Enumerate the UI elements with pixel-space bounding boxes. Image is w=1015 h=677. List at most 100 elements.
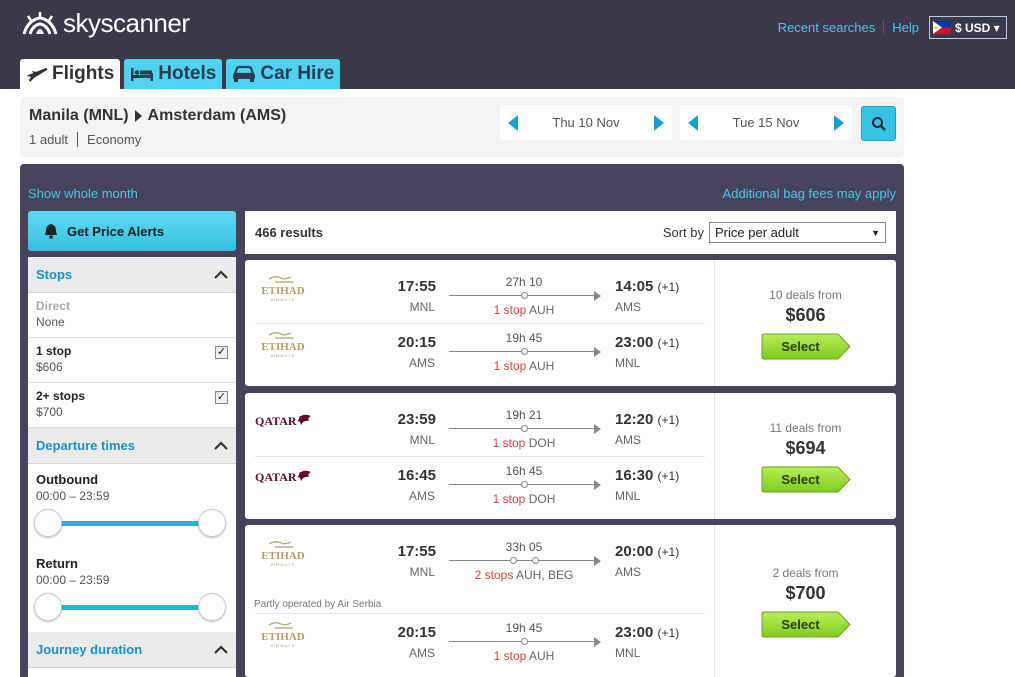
select-button[interactable]: Select [761,466,851,493]
checkbox-1-stop[interactable]: ✓ [215,346,228,359]
search-icon [871,116,886,131]
next-depart-date-icon[interactable] [653,114,664,131]
stops-filter-header[interactable]: Stops [28,257,236,293]
stops-via: DOH [528,492,556,506]
dropdown-arrow-icon: ▼ [871,227,880,238]
bed-icon [131,68,154,81]
airline-subname: AIRWAYS [271,643,296,648]
price-box: 2 deals from $700 Select [715,566,896,643]
etihad-logo: ETIHAD AIRWAYS [255,274,311,309]
return-range: 00:00 – 23:59 [36,573,110,587]
select-button[interactable]: Select [761,611,851,638]
arrival-clock: 20:00 [615,543,654,560]
tab-flights[interactable]: Flights [20,59,121,89]
return-slider-max-handle[interactable] [198,593,226,621]
outbound-slider-min-handle[interactable] [34,509,62,537]
arrival-time: 23:00 (+1) [615,334,679,351]
duration: 19h 45 [505,331,543,345]
departure-times-header[interactable]: Departure times [28,428,236,464]
airline-subname: AIRWAYS [271,562,296,567]
departure-time: 16:45 [397,467,436,484]
filters-sidebar: Stops Direct None 1 stop $606 ✓ 2+ stops… [28,257,236,677]
result-card[interactable]: ETIHAD AIRWAYS 17:55 MNL 27h 10 1 stop A… [245,260,896,386]
arrival-time: 23:00 (+1) [615,624,679,641]
brand-name: skyscanner [63,8,190,38]
recent-searches-link[interactable]: Recent searches [778,20,876,35]
sunrise-logo-icon [22,11,58,35]
return-time-filter: Return 00:00 – 23:59 [28,548,236,632]
outbound-slider-track[interactable] [48,521,216,526]
stop-option-label: 1 stop [36,344,72,358]
day-offset: (+1) [657,545,680,559]
airline-name: ETIHAD [261,285,304,297]
price-alerts-button[interactable]: Get Price Alerts [28,211,236,251]
sort-select[interactable]: Price per adult ▼ [709,222,886,243]
stop-option-label: 2+ stops [36,389,86,403]
price-box: 10 deals from $606 Select [715,288,896,365]
stop-option-1-stop[interactable]: 1 stop $606 ✓ [28,338,236,383]
outbound-leg: ETIHAD AIRWAYS 17:55 MNL 27h 10 1 stop A… [245,260,713,320]
stops-info: 1 stop DOH [450,492,598,506]
passengers-label: 1 adult [29,132,69,147]
search-summary: Manila (MNL) Amsterdam (AMS) 1 adult Eco… [20,97,904,157]
airline-name: ETIHAD [261,341,304,353]
passenger-summary[interactable]: 1 adult Economy [29,132,141,147]
arrival-airport: MNL [615,356,641,370]
etihad-logo: ETIHAD AIRWAYS [255,330,311,365]
stops-filter-title: Stops [36,267,73,282]
etihad-logo: ETIHAD AIRWAYS [255,620,311,655]
arrival-clock: 23:00 [615,624,654,641]
stops-count: 1 stop [493,649,527,663]
return-slider-min-handle[interactable] [34,593,62,621]
return-label: Return [36,556,78,571]
deals-count: 2 deals from [772,566,839,580]
stop-option-label: Direct [36,299,71,313]
next-return-date-icon[interactable] [833,114,844,131]
return-leg: QATAR 16:45 AMS 16h 45 1 stop DOH 16:30 … [245,449,713,509]
day-offset: (+1) [657,336,680,350]
show-whole-month-link[interactable]: Show whole month [28,186,138,201]
journey-duration-header[interactable]: Journey duration [28,632,236,668]
price: $606 [785,305,826,325]
outbound-label: Outbound [36,472,99,487]
duration: 19h 21 [505,408,543,422]
stop-dot [532,557,539,564]
stop-dot [521,638,528,645]
tab-flights-label: Flights [52,63,115,84]
result-card[interactable]: ETIHAD AIRWAYS 17:55 MNL 33h 05 2 stops … [245,525,896,677]
prev-return-date-icon[interactable] [688,114,698,131]
route-title[interactable]: Manila (MNL) Amsterdam (AMS) [29,107,286,125]
tab-hotels[interactable]: Hotels [124,59,223,89]
currency-selector[interactable]: $ USD ▾ [929,16,1007,39]
return-leg: ETIHAD AIRWAYS 20:15 AMS 19h 45 1 stop A… [245,606,713,666]
result-card[interactable]: QATAR 23:59 MNL 19h 21 1 stop DOH 12:20 … [245,393,896,519]
price: $694 [785,438,826,458]
airline-name: ETIHAD [261,631,304,643]
departure-time: 17:55 [397,278,436,295]
chevron-up-icon [214,644,228,654]
outbound-slider-max-handle[interactable] [198,509,226,537]
help-link[interactable]: Help [883,20,919,35]
return-date-label[interactable]: Tue 15 Nov [733,115,800,130]
prev-depart-date-icon[interactable] [508,114,518,131]
bell-icon [45,224,57,239]
stops-count: 2 stops [474,568,514,582]
arrival-time: 12:20 (+1) [615,411,679,428]
stops-count: 1 stop [493,303,527,317]
select-label: Select [781,472,820,487]
stop-dot [521,292,528,299]
return-leg: ETIHAD AIRWAYS 20:15 AMS 19h 45 1 stop A… [245,316,713,376]
select-button[interactable]: Select [761,333,851,360]
checkbox-2-plus-stops[interactable]: ✓ [215,391,228,404]
tab-car-hire[interactable]: Car Hire [226,59,341,89]
bag-fees-link[interactable]: Additional bag fees may apply [723,186,896,201]
skyscanner-logo[interactable]: skyscanner [20,8,190,39]
departure-time: 17:55 [397,543,436,560]
return-date-picker: Tue 15 Nov [680,105,852,140]
origin-label: Manila (MNL) [29,107,129,124]
tab-hotels-label: Hotels [158,63,217,84]
stop-option-2-plus-stops[interactable]: 2+ stops $700 ✓ [28,383,236,428]
depart-date-label[interactable]: Thu 10 Nov [552,115,619,130]
return-slider-track[interactable] [48,605,216,610]
search-button[interactable] [861,106,896,141]
